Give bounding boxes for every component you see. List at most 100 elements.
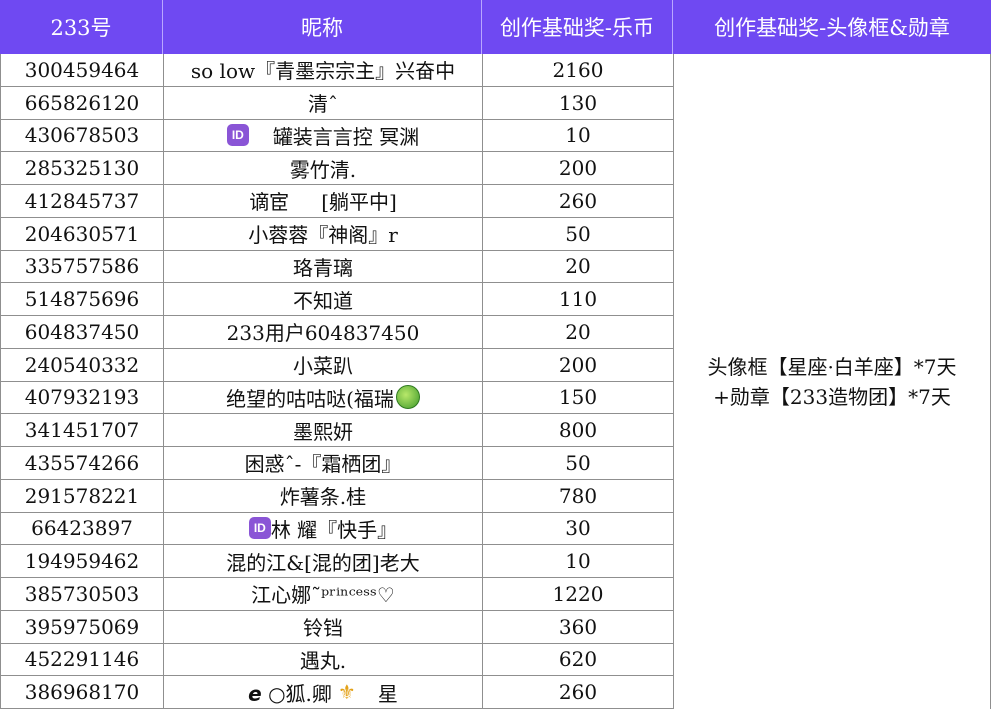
nickname: 雾竹清. [163, 152, 482, 184]
nickname: 困惑ˆ-『霜栖团』 [163, 447, 482, 479]
header-nickname: 昵称 [163, 0, 482, 54]
nickname: 炸薯条.桂 [163, 479, 482, 512]
fleur-de-lis-icon: ⚜ [337, 680, 356, 705]
user-id: 240540332 [0, 348, 163, 381]
header-coins: 创作基础奖-乐币 [482, 0, 673, 54]
table-row: 385730503 江心娜˜ᵖʳⁱⁿᶜᵉˢˢ♡ 1220 [0, 578, 673, 611]
coins: 200 [482, 152, 673, 184]
user-id: 335757586 [0, 250, 163, 283]
nickname: 233用户604837450 [163, 316, 482, 348]
coins: 110 [482, 283, 673, 315]
nickname-cell: ID 林 耀『快手』 [163, 512, 482, 545]
user-id: 300459464 [0, 54, 163, 86]
nickname: 遇丸. [163, 643, 482, 676]
nickname: 江心娜˜ᵖʳⁱⁿᶜᵉˢˢ♡ [163, 578, 482, 610]
coins: 360 [482, 610, 673, 643]
table-header: 233号 昵称 创作基础奖-乐币 创作基础奖-头像框&勋章 [0, 0, 991, 54]
user-id: 285325130 [0, 152, 163, 184]
nickname: 谪宦 [249, 190, 290, 215]
nickname: 小蓉蓉『神阁』r [163, 217, 482, 250]
table-row: 665826120 清ˆ 130 [0, 86, 673, 120]
reward-line-2: +勋章【233造物团】*7天 [713, 384, 951, 409]
coins: 20 [482, 250, 673, 283]
coins: 50 [482, 217, 673, 250]
user-id: 194959462 [0, 545, 163, 577]
nickname: 墨熙妍 [163, 414, 482, 446]
user-id: 665826120 [0, 86, 163, 119]
coins: 10 [482, 545, 673, 577]
nickname: 罐装言言控 冥渊 [272, 124, 420, 149]
table-row: 430678503 ID 罐装言言控 冥渊 10 [0, 119, 673, 153]
table-row: 514875696 不知道 110 [0, 283, 673, 316]
nickname-cell: ID 罐装言言控 冥渊 [163, 119, 482, 152]
table-row: 300459464 so low『青墨宗宗主』兴奋中 2160 [0, 54, 673, 87]
coins: 2160 [482, 54, 673, 86]
table-row: 285325130 雾竹清. 200 [0, 152, 673, 185]
user-id: 412845737 [0, 185, 163, 217]
reward-table: 233号 昵称 创作基础奖-乐币 创作基础奖-头像框&勋章 300459464 … [0, 0, 991, 709]
table-row: 341451707 墨熙妍 800 [0, 414, 673, 447]
table-row: 407932193 绝望的咕咕哒(福瑞 150 [0, 381, 673, 415]
user-id: 435574266 [0, 447, 163, 479]
nickname: 林 耀『快手』 [270, 517, 398, 542]
table-row: 194959462 混的江&[混的团]老大 10 [0, 545, 673, 578]
table-row: 435574266 困惑ˆ-『霜栖团』 50 [0, 447, 673, 480]
nickname-cell: 绝望的咕咕哒(福瑞 [163, 381, 482, 414]
user-id: 66423897 [0, 512, 163, 545]
coins: 30 [482, 512, 673, 545]
nickname: 珞青璃 [163, 250, 482, 283]
user-id: 395975069 [0, 610, 163, 643]
nickname-suffix: [躺平中] [321, 190, 397, 215]
coins: 260 [482, 185, 673, 217]
user-id: 430678503 [0, 119, 163, 152]
user-id: 604837450 [0, 316, 163, 348]
green-leaf-icon [395, 385, 420, 410]
nickname: so low『青墨宗宗主』兴奋中 [163, 54, 482, 86]
user-id: 452291146 [0, 643, 163, 676]
table-row: 395975069 铃铛 360 [0, 610, 673, 644]
table-row: 204630571 小蓉蓉『神阁』r 50 [0, 217, 673, 251]
nickname: 铃铛 [163, 610, 482, 643]
coins: 260 [482, 676, 673, 708]
user-id: 385730503 [0, 578, 163, 610]
coins: 780 [482, 479, 673, 512]
table-body: 300459464 so low『青墨宗宗主』兴奋中 2160 66582612… [0, 54, 673, 709]
user-id: 514875696 [0, 283, 163, 315]
table-row: 240540332 小菜趴 200 [0, 348, 673, 382]
coins: 10 [482, 119, 673, 152]
nickname: 小菜趴 [163, 348, 482, 381]
coins: 50 [482, 447, 673, 479]
reward-merged-cell: 头像框【星座·白羊座】*7天 +勋章【233造物团】*7天 [673, 54, 991, 709]
coins: 620 [482, 643, 673, 676]
table-row: 66423897 ID 林 耀『快手』 30 [0, 512, 673, 546]
reward-line-1: 头像框【星座·白羊座】*7天 [707, 354, 957, 379]
coins: 800 [482, 414, 673, 446]
nickname: 绝望的咕咕哒(福瑞 [226, 386, 394, 411]
nickname: 不知道 [163, 283, 482, 315]
user-id: 407932193 [0, 381, 163, 414]
nickname-cell: 𝙚 ○狐.卿 ⚜ 星 [163, 676, 482, 708]
coins: 130 [482, 86, 673, 119]
table-row: 412845737 谪宦 [躺平中] 260 [0, 185, 673, 218]
table-row: 291578221 炸薯条.桂 780 [0, 479, 673, 513]
user-id: 291578221 [0, 479, 163, 512]
nickname: 清ˆ [163, 86, 482, 119]
user-id: 341451707 [0, 414, 163, 446]
id-badge-icon: ID [226, 124, 249, 147]
nickname: 混的江&[混的团]老大 [163, 545, 482, 577]
user-id: 204630571 [0, 217, 163, 250]
nickname: 𝙚 ○狐.卿 [248, 681, 332, 706]
table-row: 604837450 233用户604837450 20 [0, 316, 673, 349]
id-badge-icon: ID [248, 517, 271, 540]
table-row: 386968170 𝙚 ○狐.卿 ⚜ 星 260 [0, 676, 673, 709]
header-reward: 创作基础奖-头像框&勋章 [714, 16, 950, 40]
coins: 150 [482, 381, 673, 414]
table-row: 452291146 遇丸. 620 [0, 643, 673, 677]
table-row: 335757586 珞青璃 20 [0, 250, 673, 284]
header-id: 233号 [0, 0, 163, 54]
nickname-cell: 谪宦 [躺平中] [163, 185, 482, 217]
coins: 200 [482, 348, 673, 381]
nickname-suffix: 星 [377, 681, 398, 706]
user-id: 386968170 [0, 676, 163, 708]
coins: 20 [482, 316, 673, 348]
